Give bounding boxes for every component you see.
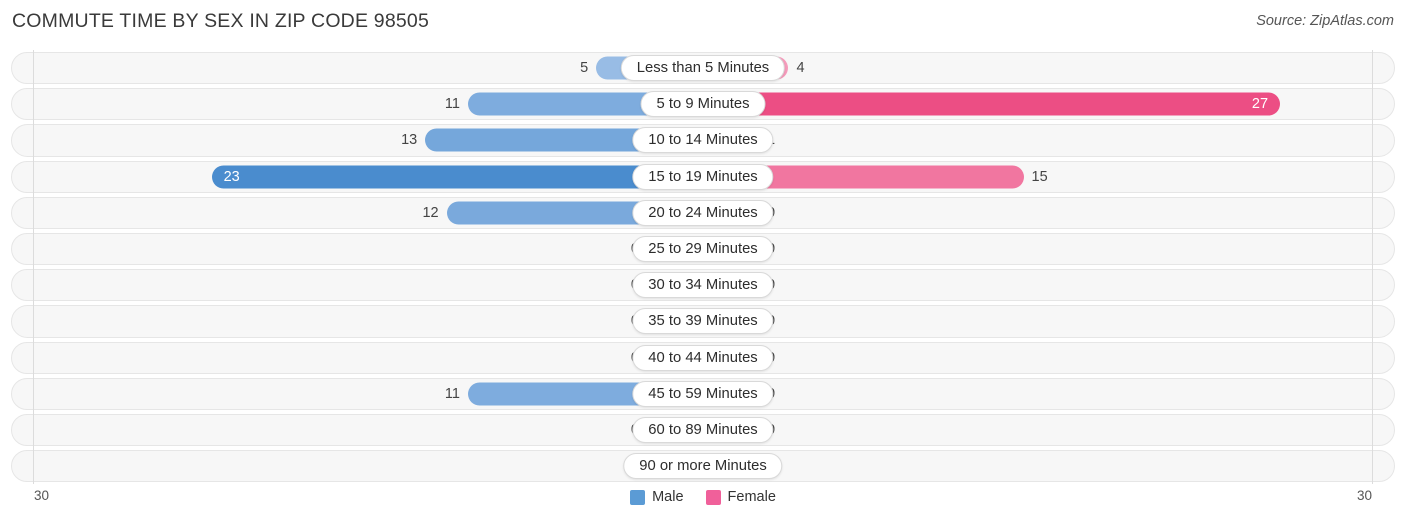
chart-row[interactable]: 23 15 15 to 19 Minutes	[0, 158, 1406, 195]
legend-swatch-male-icon	[630, 489, 646, 505]
axis-gridline-right	[1372, 230, 1373, 268]
axis-gridline-right	[1372, 303, 1373, 340]
bar-female[interactable]	[703, 92, 1280, 116]
category-label[interactable]: 15 to 19 Minutes	[632, 163, 774, 190]
category-label[interactable]: 25 to 29 Minutes	[632, 236, 774, 263]
category-label[interactable]: 45 to 59 Minutes	[632, 380, 774, 407]
chart-footer: 30 30 Male Female	[0, 484, 1406, 523]
legend: Male Female	[0, 489, 1406, 505]
axis-gridline-right	[1372, 448, 1373, 485]
legend-item-female[interactable]: Female	[705, 489, 776, 505]
chart-row[interactable]: 5 4 Less than 5 Minutes	[0, 50, 1406, 87]
chart-row[interactable]: 0030 to 34 Minutes	[0, 267, 1406, 304]
chart-row[interactable]: 12020 to 24 Minutes	[0, 194, 1406, 231]
chart-row[interactable]: 0035 to 39 Minutes	[0, 303, 1406, 340]
category-label[interactable]: 5 to 9 Minutes	[640, 91, 766, 118]
category-label[interactable]: 35 to 39 Minutes	[632, 308, 774, 335]
axis-gridline-left	[33, 303, 34, 340]
axis-gridline-left	[33, 122, 34, 159]
category-label[interactable]: 10 to 14 Minutes	[632, 127, 774, 154]
axis-gridline-left	[33, 158, 34, 195]
legend-swatch-female-icon	[705, 489, 721, 505]
axis-gridline-left	[33, 375, 34, 412]
axis-gridline-right	[1372, 158, 1373, 195]
axis-gridline-left	[33, 339, 34, 376]
category-label[interactable]: 90 or more Minutes	[623, 453, 783, 480]
chart-row[interactable]: 0040 to 44 Minutes	[0, 339, 1406, 376]
axis-gridline-left	[33, 267, 34, 304]
axis-gridline-left	[33, 194, 34, 231]
bar-value-male: 11	[444, 96, 460, 113]
bar-male[interactable]	[211, 165, 703, 189]
axis-gridline-left	[33, 50, 34, 87]
chart-row[interactable]: 0060 to 89 Minutes	[0, 411, 1406, 449]
category-label[interactable]: 20 to 24 Minutes	[632, 199, 774, 226]
chart-row[interactable]: 0025 to 29 Minutes	[0, 230, 1406, 268]
bar-value-male: 11	[444, 385, 460, 402]
axis-gridline-right	[1372, 122, 1373, 159]
chart-row[interactable]: 11045 to 59 Minutes	[0, 375, 1406, 412]
page-title: COMMUTE TIME BY SEX IN ZIP CODE 98505	[12, 10, 430, 32]
axis-gridline-right	[1372, 339, 1373, 376]
category-label[interactable]: 30 to 34 Minutes	[632, 272, 774, 299]
bar-value-male: 23	[223, 168, 240, 185]
axis-gridline-right	[1372, 194, 1373, 231]
legend-label-male: Male	[652, 489, 684, 505]
legend-item-male[interactable]: Male	[630, 489, 684, 505]
axis-gridline-left	[33, 411, 34, 449]
bar-value-male: 12	[422, 204, 439, 221]
axis-gridline-left	[33, 448, 34, 485]
diverging-bar-chart: 5 4 Less than 5 Minutes 11 27 5 to 9 Minutes 1…	[0, 50, 1406, 485]
axis-gridline-left	[33, 86, 34, 123]
source-attribution: Source: ZipAtlas.com	[1256, 13, 1394, 29]
axis-gridline-right	[1372, 375, 1373, 412]
bar-value-male: 5	[580, 60, 589, 77]
chart-row[interactable]: 13110 to 14 Minutes	[0, 122, 1406, 159]
chart-row[interactable]: 0090 or more Minutes	[0, 448, 1406, 485]
category-label[interactable]: 60 to 89 Minutes	[632, 416, 774, 443]
bar-value-female: 15	[1031, 168, 1048, 185]
axis-gridline-right	[1372, 86, 1373, 123]
bar-value-female: 4	[796, 60, 805, 77]
axis-gridline-right	[1372, 267, 1373, 304]
bar-value-female: 27	[1251, 96, 1269, 113]
category-label[interactable]: 40 to 44 Minutes	[632, 344, 774, 371]
category-label[interactable]: Less than 5 Minutes	[620, 55, 786, 82]
legend-label-female: Female	[727, 489, 776, 505]
axis-gridline-left	[33, 230, 34, 268]
chart-row[interactable]: 11 27 5 to 9 Minutes	[0, 86, 1406, 123]
axis-gridline-right	[1372, 50, 1373, 87]
axis-gridline-right	[1372, 411, 1373, 449]
bar-value-male: 13	[401, 132, 418, 149]
chart-page: COMMUTE TIME BY SEX IN ZIP CODE 98505 So…	[0, 0, 1406, 523]
